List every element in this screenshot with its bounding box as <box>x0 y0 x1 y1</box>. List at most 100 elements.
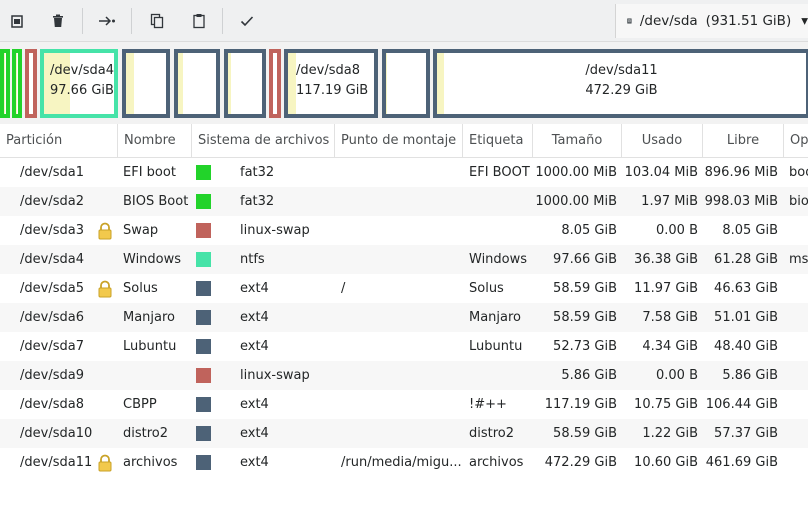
table-row[interactable]: /dev/sda4 Windows ntfs Windows 97.66 GiB 36.3… <box>0 245 808 274</box>
filesystem-color-swatch <box>196 252 211 267</box>
mountpoint-cell: / <box>341 281 346 296</box>
name-cell: BIOS Boot <box>123 194 189 209</box>
column-header-3[interactable]: Punto de montaje <box>335 124 463 158</box>
free-cell: 461.69 GiB <box>705 455 778 470</box>
used-cell: 0.00 B <box>656 223 698 238</box>
new-partition-button[interactable] <box>5 9 29 33</box>
column-header-6[interactable]: Usado <box>622 124 703 158</box>
table-header: Partición Nombre Sistema de archivos Punto … <box>0 124 808 158</box>
partition-segment-sda9[interactable] <box>269 49 281 118</box>
filesystem-color-swatch <box>196 426 211 441</box>
column-header-1[interactable]: Nombre <box>118 124 192 158</box>
free-cell: 51.01 GiB <box>714 310 778 325</box>
label-cell: Lubuntu <box>469 339 523 354</box>
partition-cell: /dev/sda8 <box>20 397 84 412</box>
label-cell: EFI BOOT <box>469 165 530 180</box>
partition-segment-sda1[interactable] <box>0 49 10 118</box>
table-row[interactable]: /dev/sda7 Lubuntu ext4 Lubuntu 52.73 GiB 4.34… <box>0 332 808 361</box>
partition-cell: /dev/sda4 <box>20 252 84 267</box>
partition-segment-sda7[interactable] <box>224 49 266 118</box>
partition-segment-sda4[interactable]: /dev/sda4 97.66 GiB <box>40 49 118 118</box>
size-cell: 58.59 GiB <box>553 281 617 296</box>
name-cell: EFI boot <box>123 165 176 180</box>
partition-segment-sda11[interactable]: /dev/sda11 472.29 GiB <box>433 49 808 118</box>
column-header-7[interactable]: Libre <box>703 124 784 158</box>
partition-segment-sda2[interactable] <box>12 49 22 118</box>
flags-cell <box>789 303 808 332</box>
filesystem-cell: linux-swap <box>240 223 310 238</box>
used-space-bar <box>288 53 296 114</box>
table-row[interactable]: /dev/sda1 EFI boot fat32 EFI BOOT 1000.00 Mi… <box>0 158 808 187</box>
table-row[interactable]: /dev/sda6 Manjaro ext4 Manjaro 58.59 GiB 7.58… <box>0 303 808 332</box>
copy-button[interactable] <box>145 9 169 33</box>
table-row[interactable]: /dev/sda9 linux-swap 5.86 GiB 0.00 B 5.86 Gi… <box>0 361 808 390</box>
paste-button[interactable] <box>187 9 211 33</box>
size-cell: 472.29 GiB <box>544 455 617 470</box>
used-space-bar <box>228 53 231 114</box>
column-header-8[interactable]: Op <box>784 124 808 158</box>
used-cell: 4.34 GiB <box>642 339 698 354</box>
partition-segment-sda5[interactable] <box>122 49 170 118</box>
delete-button[interactable] <box>46 9 70 33</box>
used-space-bar <box>178 53 183 114</box>
label-cell <box>469 216 531 245</box>
filesystem-color-swatch <box>196 165 211 180</box>
partition-cell: /dev/sda2 <box>20 194 84 209</box>
partition-segment-sda10[interactable] <box>382 49 430 118</box>
table-row[interactable]: /dev/sda2 BIOS Boot fat32 1000.00 MiB 1.97 M… <box>0 187 808 216</box>
copy-icon <box>150 13 164 29</box>
partition-segment-sda8[interactable]: /dev/sda8 117.19 GiB <box>284 49 378 118</box>
free-cell: 8.05 GiB <box>722 223 778 238</box>
filesystem-color-swatch <box>196 194 211 209</box>
label-cell: !#++ <box>469 397 507 412</box>
flags-cell <box>789 419 808 448</box>
free-cell: 896.96 MiB <box>704 165 778 180</box>
free-cell: 57.37 GiB <box>714 426 778 441</box>
partition-segment-sda6[interactable] <box>174 49 220 118</box>
table-row[interactable]: /dev/sda10 distro2 ext4 distro2 58.59 GiB 1.2… <box>0 419 808 448</box>
used-cell: 10.60 GiB <box>634 455 698 470</box>
resize-move-button[interactable] <box>95 9 119 33</box>
column-header-5[interactable]: Tamaño <box>533 124 622 158</box>
device-selector[interactable]: /dev/sda (931.51 GiB) ▾ <box>615 4 808 38</box>
column-header-2[interactable]: Sistema de archivos <box>192 124 335 158</box>
partition-segment-sda3[interactable] <box>25 49 37 118</box>
column-header-4[interactable]: Etiqueta <box>463 124 533 158</box>
filesystem-cell: ext4 <box>240 339 269 354</box>
used-space-bar <box>126 53 134 114</box>
label-cell: archivos <box>469 455 524 470</box>
segment-size: 472.29 GiB <box>585 83 658 98</box>
device-name: /dev/sda <box>639 13 698 29</box>
filesystem-cell: ext4 <box>240 426 269 441</box>
device-size: (931.51 GiB) <box>705 13 792 29</box>
mountpoint-cell <box>341 332 461 361</box>
free-cell: 61.28 GiB <box>714 252 778 267</box>
mountpoint-cell <box>341 216 461 245</box>
segment-size: 117.19 GiB <box>296 83 369 98</box>
apply-button[interactable] <box>235 9 259 33</box>
table-row[interactable]: /dev/sda3 Swap linux-swap 8.05 GiB 0.00 B 8.0… <box>0 216 808 245</box>
name-cell: Manjaro <box>123 310 176 325</box>
new-partition-icon <box>11 15 23 28</box>
filesystem-color-swatch <box>196 281 211 296</box>
column-header-0[interactable]: Partición <box>0 124 118 158</box>
paste-icon <box>193 14 205 29</box>
segment-label: /dev/sda4 <box>50 63 114 78</box>
delete-icon <box>53 14 63 27</box>
partition-cell: /dev/sda6 <box>20 310 84 325</box>
table-body: /dev/sda1 EFI boot fat32 EFI BOOT 1000.00 Mi… <box>0 158 808 477</box>
used-cell: 10.75 GiB <box>634 397 698 412</box>
toolbar-separator <box>131 8 132 34</box>
toolbar: /dev/sda (931.51 GiB) ▾ <box>0 0 808 42</box>
filesystem-color-swatch <box>196 339 211 354</box>
flags-cell <box>789 216 808 245</box>
table-row[interactable]: /dev/sda5 Solus ext4/Solus 58.59 GiB 11.97 G… <box>0 274 808 303</box>
table-row[interactable]: /dev/sda11 archivos ext4/run/media/migu...… <box>0 448 808 477</box>
table-row[interactable]: /dev/sda8 CBPP ext4 !#++ 117.19 GiB 10.75 GiB… <box>0 390 808 419</box>
lock-icon <box>96 454 114 472</box>
chevron-down-icon: ▾ <box>801 13 808 29</box>
segment-size: 97.66 GiB <box>50 83 114 98</box>
toolbar-separator <box>82 8 83 34</box>
toolbar-separator <box>222 8 223 34</box>
free-cell: 5.86 GiB <box>722 368 778 383</box>
